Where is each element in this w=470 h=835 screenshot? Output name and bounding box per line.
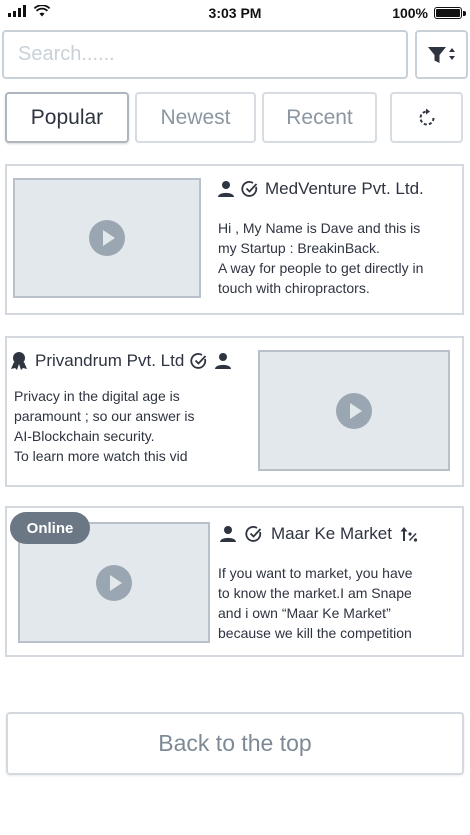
tab-popular[interactable]: Popular (5, 92, 129, 143)
back-to-top-button[interactable]: Back to the top (6, 712, 464, 775)
search-input[interactable] (4, 32, 406, 77)
post-card[interactable]: Privandrum Pvt. Ltd Privacy in the digit… (5, 336, 464, 487)
trending-percent-icon (400, 526, 418, 542)
refresh-icon (419, 108, 434, 125)
video-thumbnail[interactable] (258, 350, 450, 471)
user-icon (217, 180, 235, 198)
video-thumbnail[interactable] (13, 178, 201, 298)
play-icon[interactable] (96, 564, 132, 601)
award-icon (9, 351, 29, 371)
filter-button[interactable] (415, 30, 468, 79)
post-header: Privandrum Pvt. Ltd (9, 351, 232, 371)
post-description: Hi , My Name is Dave and this is my Star… (218, 220, 424, 296)
refresh-button[interactable] (390, 92, 463, 143)
post-header: Maar Ke Market (219, 524, 418, 544)
post-description: If you want to market, you have to know … (218, 565, 413, 641)
verified-check-icon (245, 525, 263, 543)
company-name: MedVenture Pvt. Ltd. (265, 179, 424, 198)
user-icon (219, 525, 237, 543)
post-header: MedVenture Pvt. Ltd. (217, 179, 424, 199)
company-name: Maar Ke Market (271, 524, 392, 543)
user-icon (214, 352, 232, 370)
tab-recent[interactable]: Recent (262, 92, 377, 143)
battery-group: 100% (392, 5, 466, 21)
play-icon[interactable] (89, 220, 125, 256)
company-name: Privandrum Pvt. Ltd (35, 351, 185, 370)
post-description: Privacy in the digital age is paramount … (14, 388, 195, 464)
battery-icon (434, 7, 466, 19)
tab-newest[interactable]: Newest (135, 92, 256, 143)
verified-check-icon (241, 180, 259, 198)
play-icon[interactable] (336, 392, 372, 429)
verified-check-icon (190, 352, 208, 370)
filter-sort-icon (427, 46, 455, 63)
status-badge: Online (10, 512, 90, 544)
post-card[interactable]: MedVenture Pvt. Ltd. Hi , My Name is Dav… (5, 164, 464, 315)
status-bar: 3:03 PM 100% (0, 0, 470, 26)
battery-percent: 100% (392, 5, 428, 21)
search-box[interactable] (2, 30, 408, 79)
